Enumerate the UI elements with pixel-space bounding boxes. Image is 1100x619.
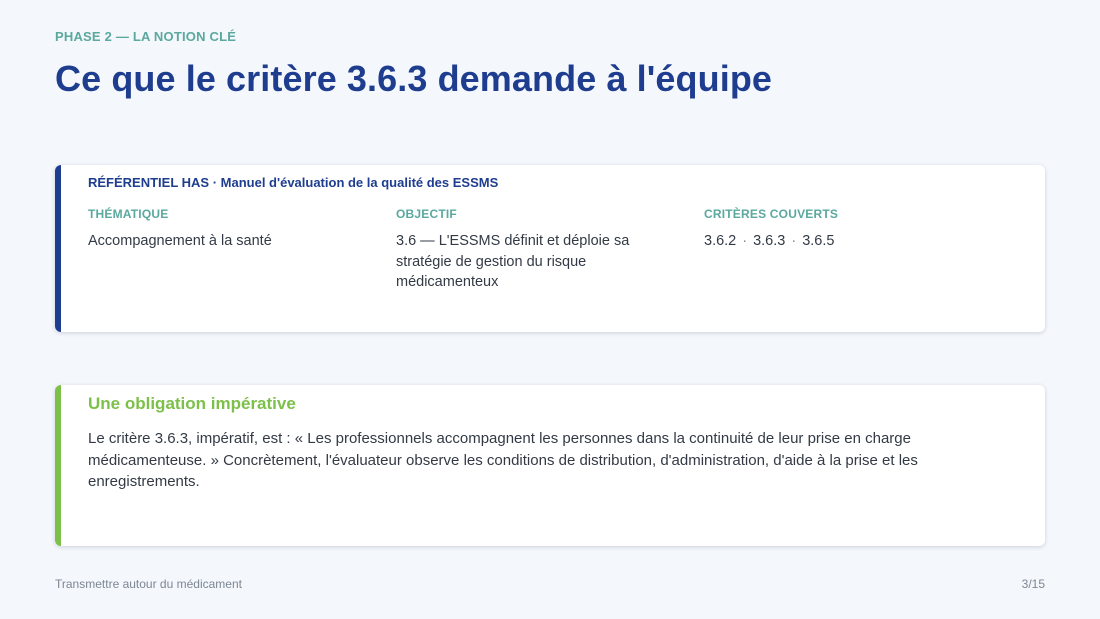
objectif-column: OBJECTIF 3.6 — L'ESSMS définit et déploi… [396,207,666,293]
objectif-value: 3.6 — L'ESSMS définit et déploie sa stra… [396,233,630,290]
referentiel-heading: RÉFÉRENTIEL HAS · Manuel d'évaluation de… [88,175,499,190]
kicker: PHASE 2 — LA NOTION CLÉ [55,29,237,44]
objectif-label: OBJECTIF [396,207,457,221]
criteres-column: CRITÈRES COUVERTS 3.6.2 · 3.6.3 · 3.6.5 [704,207,984,252]
thematique-value: Accompagnement à la santé [88,233,272,249]
critere-separator: · [791,233,797,249]
obligation-card: Une obligation impérative Le critère 3.6… [55,385,1045,546]
referentiel-accent-bar [55,165,61,332]
critere-item: 3.6.3 [753,233,786,249]
criteres-list: 3.6.2 · 3.6.3 · 3.6.5 [704,231,984,252]
footer-caption: Transmettre autour du médicament [55,577,242,591]
critere-item: 3.6.2 [704,233,737,249]
referentiel-card: RÉFÉRENTIEL HAS · Manuel d'évaluation de… [55,165,1045,332]
critere-item: 3.6.5 [802,233,835,249]
thematique-column: THÉMATIQUE Accompagnement à la santé [88,207,368,252]
criteres-label: CRITÈRES COUVERTS [704,207,839,221]
page-number: 3/15 [1021,577,1045,591]
page-title: Ce que le critère 3.6.3 demande à l'équi… [55,58,773,99]
obligation-accent-bar [55,385,61,546]
obligation-title: Une obligation impérative [88,394,296,413]
critere-separator: · [742,233,748,249]
thematique-label: THÉMATIQUE [88,207,169,221]
obligation-text: Le critère 3.6.3, impératif, est : « Les… [88,430,918,490]
